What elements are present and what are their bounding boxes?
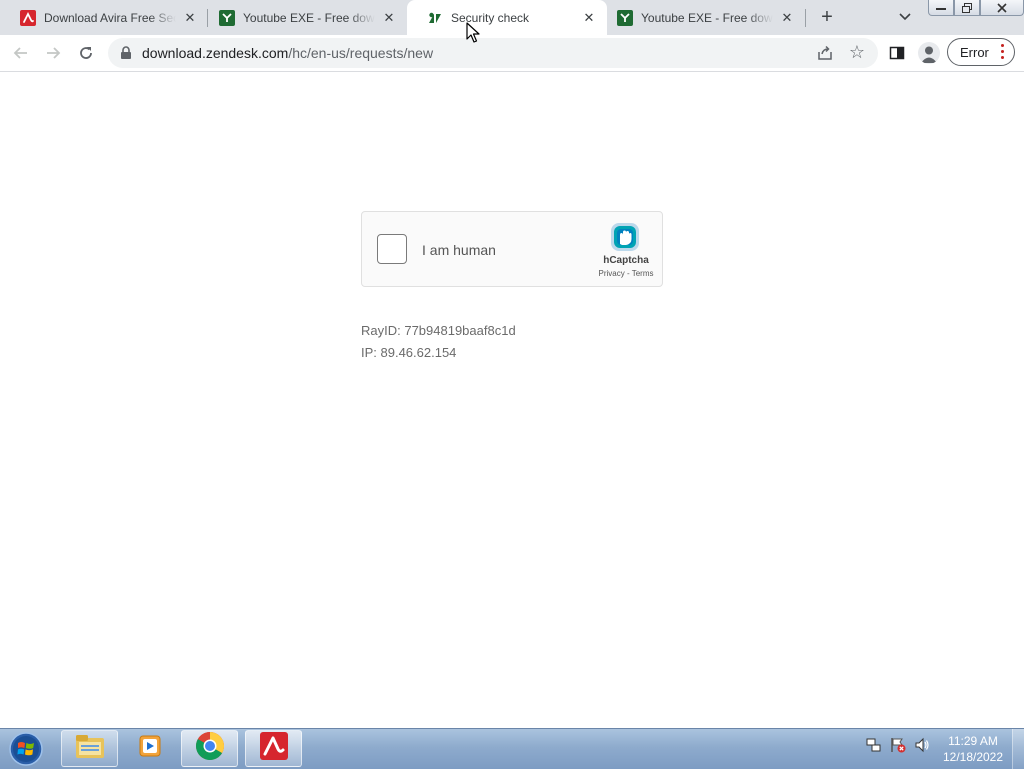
share-icon[interactable] — [816, 44, 834, 62]
ray-info: RayID: 77b94819baaf8c1d IP: 89.46.62.154 — [361, 320, 516, 364]
url-host: download.zendesk.com — [142, 45, 289, 61]
url-path: /hc/en-us/requests/new — [288, 45, 434, 61]
tab-avira[interactable]: Download Avira Free Security ✕ — [0, 0, 208, 35]
error-label: Error — [960, 44, 989, 60]
zendesk-icon — [219, 9, 235, 26]
zendesk-icon — [617, 9, 633, 26]
tab-youtube-exe-1[interactable]: Youtube EXE - Free download ✕ — [199, 0, 407, 35]
address-bar[interactable]: download.zendesk.com/hc/en-us/requests/n… — [108, 38, 878, 68]
tab-title: Download Avira Free Security — [44, 10, 176, 25]
captcha-links: Privacy - Terms — [590, 269, 662, 278]
hcaptcha-widget: I am human hCaptcha Privacy - Terms — [361, 211, 663, 287]
url-text: download.zendesk.com/hc/en-us/requests/n… — [142, 45, 433, 61]
browser-toolbar: download.zendesk.com/hc/en-us/requests/n… — [0, 35, 1024, 72]
taskbar-clock[interactable]: 11:29 AM 12/18/2022 — [940, 733, 1006, 765]
tab-strip: Download Avira Free Security ✕ Youtube E… — [0, 0, 1024, 35]
close-icon[interactable]: ✕ — [581, 10, 597, 26]
minimize-button[interactable] — [928, 0, 954, 16]
back-button[interactable] — [9, 41, 33, 65]
close-window-button[interactable] — [980, 0, 1024, 16]
terms-link[interactable]: Terms — [632, 269, 654, 278]
error-menu-button[interactable]: Error — [947, 38, 1015, 66]
ray-id: RayID: 77b94819baaf8c1d — [361, 323, 516, 338]
close-icon[interactable]: ✕ — [182, 10, 198, 26]
hcaptcha-brand: hCaptcha — [603, 255, 649, 266]
tab-title: Youtube EXE - Free download — [243, 10, 375, 25]
lock-icon[interactable] — [120, 46, 132, 60]
chrome-icon — [195, 731, 225, 766]
system-tray — [866, 737, 930, 758]
avira-icon — [20, 9, 36, 26]
windows-taskbar: 11:29 AM 12/18/2022 — [0, 728, 1024, 769]
tab-security-check[interactable]: Security check ✕ — [407, 0, 607, 35]
window-controls — [928, 0, 1024, 17]
hcaptcha-logo-icon — [608, 220, 642, 254]
kebab-menu-icon — [1001, 44, 1005, 59]
clock-time: 11:29 AM — [948, 734, 998, 748]
profile-avatar-icon[interactable] — [918, 42, 940, 64]
show-desktop-button[interactable] — [1012, 729, 1024, 769]
taskbar-chrome[interactable] — [181, 730, 238, 767]
avira-icon — [259, 731, 289, 766]
reload-button[interactable] — [74, 41, 98, 65]
windows-explorer-icon — [74, 732, 106, 765]
action-center-flag-icon[interactable] — [890, 737, 906, 758]
taskbar-media-player[interactable] — [122, 730, 179, 767]
zendesk-icon — [427, 10, 443, 26]
bookmark-star-icon[interactable]: ☆ — [848, 43, 866, 61]
mouse-cursor-icon — [466, 22, 480, 43]
tab-title: Youtube EXE - Free download — [641, 10, 773, 25]
captcha-label: I am human — [422, 242, 496, 258]
restore-button[interactable] — [954, 0, 980, 16]
link-separator: - — [624, 269, 632, 278]
taskbar-avira[interactable] — [245, 730, 302, 767]
chevron-down-icon[interactable] — [896, 8, 914, 26]
close-icon[interactable]: ✕ — [381, 10, 397, 26]
taskbar-explorer[interactable] — [61, 730, 118, 767]
tab-separator — [805, 9, 806, 27]
volume-icon[interactable] — [914, 737, 930, 758]
media-player-icon — [136, 732, 166, 765]
privacy-link[interactable]: Privacy — [599, 269, 625, 278]
network-icon[interactable] — [866, 737, 882, 758]
clock-date: 12/18/2022 — [942, 750, 1004, 764]
side-panel-icon[interactable] — [888, 44, 906, 62]
ip-address: IP: 89.46.62.154 — [361, 345, 457, 360]
captcha-checkbox[interactable] — [377, 234, 407, 264]
close-icon[interactable]: ✕ — [779, 10, 795, 26]
tab-youtube-exe-2[interactable]: Youtube EXE - Free download ✕ — [597, 0, 805, 35]
new-tab-button[interactable]: + — [816, 6, 838, 28]
start-button[interactable] — [6, 731, 46, 767]
forward-button[interactable] — [41, 41, 65, 65]
